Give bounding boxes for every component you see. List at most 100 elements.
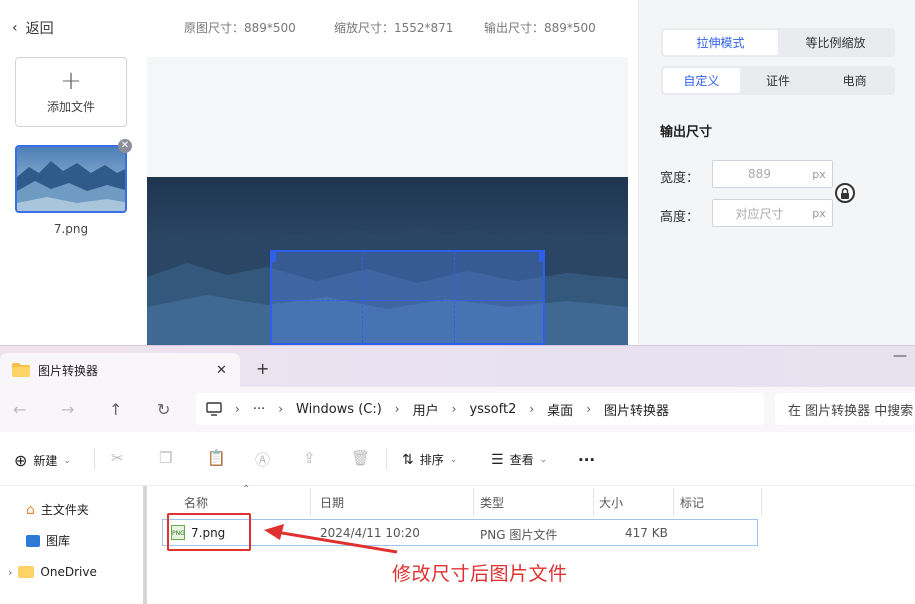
settings-panel: 拉伸模式 等比例缩放 自定义 证件 电商 输出尺寸 宽度： 889 px 高度：… [638,0,915,345]
divider [94,448,95,470]
chevron-down-icon: ⌄ [539,454,548,465]
annotation-text: 修改尺寸后图片文件 [392,563,568,585]
crop-handle-top-left[interactable] [270,250,276,262]
image-converter-app: ‹ 返回 原图尺寸：889*500 缩放尺寸：1552*871 输出尺寸：889… [0,0,915,345]
minimize-icon[interactable]: — [893,348,907,364]
view-list-icon: ☰ [491,451,504,468]
more-options-icon[interactable]: ··· [578,451,595,469]
width-unit: px [812,167,826,181]
copy-icon[interactable]: ❐ [159,449,172,467]
view-button[interactable]: ☰ 查看 ⌄ [491,451,547,468]
new-label: 新建 [33,454,58,468]
tab-proportional-scale[interactable]: 等比例缩放 [778,30,893,55]
sidebar-item-label: 图库 [46,534,71,548]
forward-arrow-icon[interactable]: → [61,400,74,419]
crop-guide-vertical-right [454,252,455,343]
sort-button[interactable]: ⇅ 排序 ⌄ [402,451,457,468]
preset-switch: 自定义 证件 电商 [661,66,895,95]
tab-id-photo[interactable]: 证件 [740,68,817,93]
address-bar[interactable]: › ··· › Windows (C:) › 用户 › yssoft2 › 桌面… [196,393,764,425]
delete-icon[interactable]: 🗑 [351,449,370,467]
height-unit: px [812,206,826,220]
close-tab-icon[interactable]: ✕ [216,363,227,378]
cut-icon[interactable]: ✂ [111,449,124,467]
column-divider[interactable] [761,488,762,516]
command-bar: ⊕ 新建 ⌄ ✂ ❐ 📋 Ⓐ ⇪ 🗑 ⇅ 排序 ⌄ ☰ 查看 ⌄ ··· [0,432,915,486]
column-header-tags[interactable]: 标记 [680,494,704,511]
explorer-nav-bar: ← → ↑ ↻ › ··· › Windows (C:) › 用户 › ysso… [0,387,915,432]
column-header-type[interactable]: 类型 [480,494,504,511]
sidebar-item-home[interactable]: ⌂ 主文件夹 [26,501,89,518]
column-header-size[interactable]: 大小 [599,494,623,511]
sidebar-item-label: OneDrive [40,565,97,579]
sort-icon: ⇅ [402,451,414,468]
column-divider[interactable] [473,488,474,516]
chevron-down-icon: ⌄ [63,455,71,466]
breadcrumb-separator: › [394,402,400,416]
tab-folder[interactable]: 图片转换器 [0,353,240,387]
column-header-date[interactable]: 日期 [320,494,344,511]
monitor-icon [206,402,222,416]
sidebar-item-gallery[interactable]: 图库 [26,532,70,549]
back-label: 返回 [25,21,54,37]
file-type: PNG 图片文件 [480,528,558,542]
plus-icon: + [60,65,82,96]
paste-icon[interactable]: 📋 [207,449,226,467]
explorer-tab-bar: 图片转换器 ✕ + — [0,346,915,387]
breadcrumb-separator: › [529,402,535,416]
width-value: 889 [748,167,771,181]
back-button[interactable]: ‹ 返回 [12,18,54,38]
breadcrumb-item[interactable]: 用户 [413,400,439,419]
remove-thumbnail-icon[interactable]: ✕ [118,139,132,153]
file-explorer-window: 图片转换器 ✕ + — ← → ↑ ↻ › ··· › Windows (C:)… [0,345,915,604]
height-label: 高度： [660,210,700,225]
column-divider[interactable] [310,488,311,516]
crop-handle-top-right[interactable] [539,250,545,262]
tab-stretch-mode[interactable]: 拉伸模式 [663,30,778,55]
sidebar-item-onedrive[interactable]: › OneDrive [8,565,97,579]
breadcrumb-item[interactable]: Windows (C:) [296,402,382,417]
lock-ratio-icon[interactable] [835,183,855,203]
image-thumbnail[interactable] [15,145,127,213]
navigation-pane: ⌂ 主文件夹 图库 › OneDrive [0,486,140,604]
breadcrumb-item[interactable]: 桌面 [547,400,573,419]
chevron-right-icon: › [8,565,13,579]
zoom-size-info: 缩放尺寸：1552*871 [334,21,454,35]
new-tab-icon[interactable]: + [256,359,269,378]
search-input[interactable]: 在 图片转换器 中搜索 [775,393,915,425]
column-divider[interactable] [593,488,594,516]
tab-title: 图片转换器 [38,363,99,378]
crop-selection-box[interactable] [270,250,545,345]
sort-ascending-icon: ⌃ [242,484,251,495]
table-row[interactable]: PNG 7.png 2024/4/11 10:20 PNG 图片文件 417 K… [162,519,758,546]
breadcrumb-separator: › [586,402,591,416]
breadcrumb-overflow[interactable]: ··· [253,402,265,417]
refresh-icon[interactable]: ↻ [157,400,170,419]
highlight-box [167,513,251,551]
height-placeholder: 对应尺寸 [735,206,784,221]
add-file-label: 添加文件 [46,99,95,114]
breadcrumb-item[interactable]: yssoft2 [469,402,516,417]
new-button[interactable]: ⊕ 新建 ⌄ [14,451,71,470]
annotation-arrow-icon [264,524,398,554]
rename-icon[interactable]: Ⓐ [255,449,270,470]
gallery-icon [26,534,40,547]
breadcrumb-item[interactable]: 图片转换器 [604,400,669,419]
chevron-left-icon: ‹ [12,20,18,36]
height-field[interactable]: 对应尺寸 px [712,199,833,227]
breadcrumb-separator: › [451,402,457,416]
column-divider[interactable] [673,488,674,516]
share-icon[interactable]: ⇪ [303,449,316,467]
up-arrow-icon[interactable]: ↑ [109,400,122,419]
scrollbar[interactable] [143,486,147,604]
back-arrow-icon[interactable]: ← [13,400,26,419]
file-list: 名称 ⌃ 日期 类型 大小 标记 PNG 7.png 2024/4/11 10:… [150,484,915,604]
plus-circle-icon: ⊕ [14,451,28,470]
view-label: 查看 [509,453,534,467]
tab-ecommerce[interactable]: 电商 [816,68,893,93]
tab-custom[interactable]: 自定义 [663,68,740,93]
column-header-name[interactable]: 名称 [184,494,208,511]
width-field[interactable]: 889 px [712,160,833,188]
add-file-button[interactable]: + 添加文件 [15,57,127,127]
thumbnail-filename: 7.png [53,222,89,236]
